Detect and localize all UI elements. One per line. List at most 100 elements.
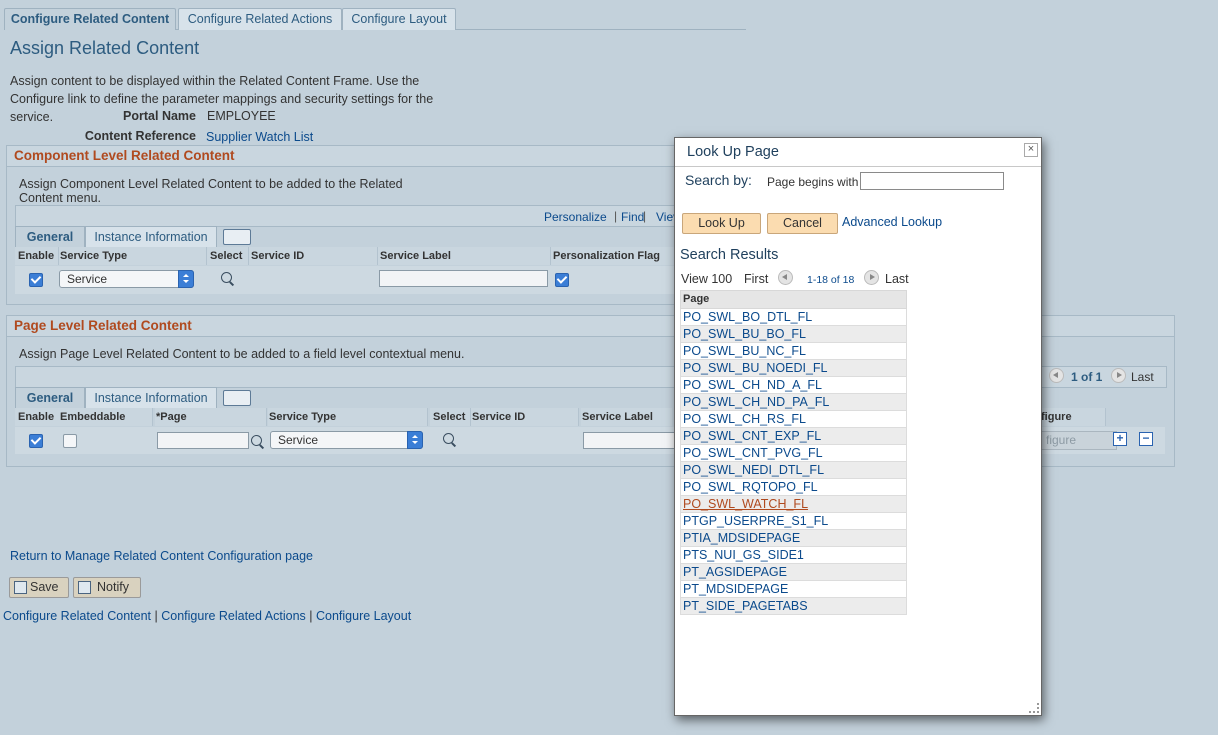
result-link[interactable]: PT_SIDE_PAGETABS xyxy=(683,599,808,613)
delete-row-icon[interactable]: − xyxy=(1139,432,1153,446)
result-link[interactable]: PO_SWL_BU_NOEDI_FL xyxy=(683,361,828,375)
result-link[interactable]: PO_SWL_NEDI_DTL_FL xyxy=(683,463,824,477)
footer-link-configure-related-actions[interactable]: Configure Related Actions xyxy=(161,609,306,623)
enable-checkbox[interactable] xyxy=(29,434,43,448)
enable-checkbox[interactable] xyxy=(29,273,43,287)
result-link[interactable]: PT_MDSIDEPAGE xyxy=(683,582,788,596)
tab-configure-related-content[interactable]: Configure Related Content xyxy=(4,8,176,30)
result-link[interactable]: PO_SWL_BO_DTL_FL xyxy=(683,310,812,324)
col-page: *Page xyxy=(155,408,267,426)
lookup-title-divider xyxy=(675,166,1041,167)
service-type-select[interactable]: Service xyxy=(59,270,194,288)
cancel-button[interactable]: Cancel xyxy=(767,213,838,234)
view-100-link[interactable]: View 100 xyxy=(681,272,732,286)
service-label-input[interactable] xyxy=(379,270,548,287)
result-link[interactable]: PO_SWL_CNT_PVG_FL xyxy=(683,446,823,460)
result-row: PO_SWL_WATCH_FL xyxy=(680,496,907,513)
toolbar-separator: | xyxy=(643,209,647,223)
toolbar-separator: | xyxy=(614,209,618,223)
lookup-button[interactable]: Look Up xyxy=(682,213,761,234)
col-service-label: Service Label xyxy=(581,408,672,426)
result-link[interactable]: PO_SWL_BU_NC_FL xyxy=(683,344,806,358)
tab-configure-layout[interactable]: Configure Layout xyxy=(342,8,456,30)
result-link[interactable]: PO_SWL_CH_ND_PA_FL xyxy=(683,395,829,409)
footer-separator: | xyxy=(309,609,313,623)
close-icon[interactable]: × xyxy=(1024,143,1038,157)
personalization-flag-checkbox[interactable] xyxy=(555,273,569,287)
result-link[interactable]: PO_SWL_WATCH_FL xyxy=(683,497,808,511)
col-embeddable: Embeddable xyxy=(59,408,153,426)
previous-page-icon[interactable] xyxy=(778,270,793,285)
show-all-columns-icon[interactable] xyxy=(223,390,251,406)
component-grid-toolbar: Personalize | Find | Viev xyxy=(15,205,707,227)
col-service-label: Service Label xyxy=(378,247,551,265)
results-table: Page PO_SWL_BO_DTL_FL PO_SWL_BU_BO_FL PO_S… xyxy=(680,290,907,615)
result-row: PT_MDSIDEPAGE xyxy=(680,581,907,598)
col-enable: Enable xyxy=(15,247,59,265)
result-row: PO_SWL_RQTOPO_FL xyxy=(680,479,907,496)
page-title: Assign Related Content xyxy=(10,38,200,58)
service-type-value: Service xyxy=(278,433,319,447)
next-row-icon[interactable] xyxy=(1111,368,1126,383)
last-label: Last xyxy=(885,272,909,286)
component-section-title: Component Level Related Content xyxy=(7,146,707,167)
footer-link-configure-layout[interactable]: Configure Layout xyxy=(316,609,411,623)
configure-button[interactable]: figure xyxy=(1041,431,1117,450)
col-select: Select xyxy=(207,247,249,265)
result-row: PO_SWL_NEDI_DTL_FL xyxy=(680,462,907,479)
add-row-icon[interactable]: + xyxy=(1113,432,1127,446)
show-all-columns-icon[interactable] xyxy=(223,229,251,245)
service-type-select[interactable]: Service xyxy=(270,431,423,449)
tab-configure-related-actions[interactable]: Configure Related Actions xyxy=(178,8,342,30)
component-tab-general[interactable]: General xyxy=(15,226,85,247)
last-label: Last xyxy=(1131,370,1154,384)
advanced-lookup-link[interactable]: Advanced Lookup xyxy=(842,215,942,229)
find-link[interactable]: Find xyxy=(621,210,644,224)
page-tab-instance-information[interactable]: Instance Information xyxy=(85,387,217,408)
content-reference-link[interactable]: Supplier Watch List xyxy=(206,130,313,144)
next-page-icon[interactable] xyxy=(864,270,879,285)
result-link[interactable]: PO_SWL_RQTOPO_FL xyxy=(683,480,818,494)
result-link[interactable]: PO_SWL_CH_ND_A_FL xyxy=(683,378,822,392)
result-link[interactable]: PO_SWL_BU_BO_FL xyxy=(683,327,806,341)
results-range: 1-18 of 18 xyxy=(807,274,855,286)
lookup-modal: Look Up Page × Search by: Page begins wi… xyxy=(674,137,1042,716)
col-enable: Enable xyxy=(15,408,61,426)
result-row: PO_SWL_CH_ND_PA_FL xyxy=(680,394,907,411)
personalize-link[interactable]: Personalize xyxy=(544,210,607,224)
footer-separator: | xyxy=(154,609,158,623)
embeddable-checkbox[interactable] xyxy=(63,434,77,448)
notify-button[interactable]: Notify xyxy=(73,577,141,598)
resize-handle-icon[interactable] xyxy=(1029,703,1039,713)
footer-links: Configure Related Content | Configure Re… xyxy=(3,609,411,623)
result-link[interactable]: PO_SWL_CH_RS_FL xyxy=(683,412,806,426)
result-link[interactable]: PTS_NUI_GS_SIDE1 xyxy=(683,548,804,562)
result-link[interactable]: PT_AGSIDEPAGE xyxy=(683,565,787,579)
first-label: First xyxy=(744,272,769,286)
return-link[interactable]: Return to Manage Related Content Configu… xyxy=(10,549,313,563)
component-tab-instance-information[interactable]: Instance Information xyxy=(85,226,217,247)
result-link[interactable]: PTIA_MDSIDEPAGE xyxy=(683,531,800,545)
result-row: PO_SWL_BU_NOEDI_FL xyxy=(680,360,907,377)
page-lookup-icon[interactable] xyxy=(251,435,262,446)
save-button[interactable]: Save xyxy=(9,577,69,598)
result-row: PO_SWL_CNT_PVG_FL xyxy=(680,445,907,462)
dropdown-arrow-icon xyxy=(178,270,194,288)
result-link[interactable]: PTGP_USERPRE_S1_FL xyxy=(683,514,828,528)
footer-link-configure-related-content[interactable]: Configure Related Content xyxy=(3,609,151,623)
result-row: PO_SWL_BU_BO_FL xyxy=(680,326,907,343)
component-section-description: Assign Component Level Related Content t… xyxy=(19,177,403,205)
page-tab-general[interactable]: General xyxy=(15,387,85,408)
service-label-input[interactable] xyxy=(583,432,685,449)
row-counter: 1 of 1 xyxy=(1071,370,1103,384)
page-input[interactable] xyxy=(157,432,249,449)
result-link[interactable]: PO_SWL_CNT_EXP_FL xyxy=(683,429,821,443)
previous-row-icon[interactable] xyxy=(1049,368,1064,383)
page-begins-with-input[interactable] xyxy=(860,172,1004,190)
portal-name-label: Portal Name xyxy=(123,109,196,123)
col-service-type: Service Type xyxy=(268,408,428,426)
save-label: Save xyxy=(30,580,59,594)
search-icon[interactable] xyxy=(221,272,232,283)
search-icon[interactable] xyxy=(443,433,454,444)
page-section-description: Assign Page Level Related Content to be … xyxy=(19,347,465,361)
